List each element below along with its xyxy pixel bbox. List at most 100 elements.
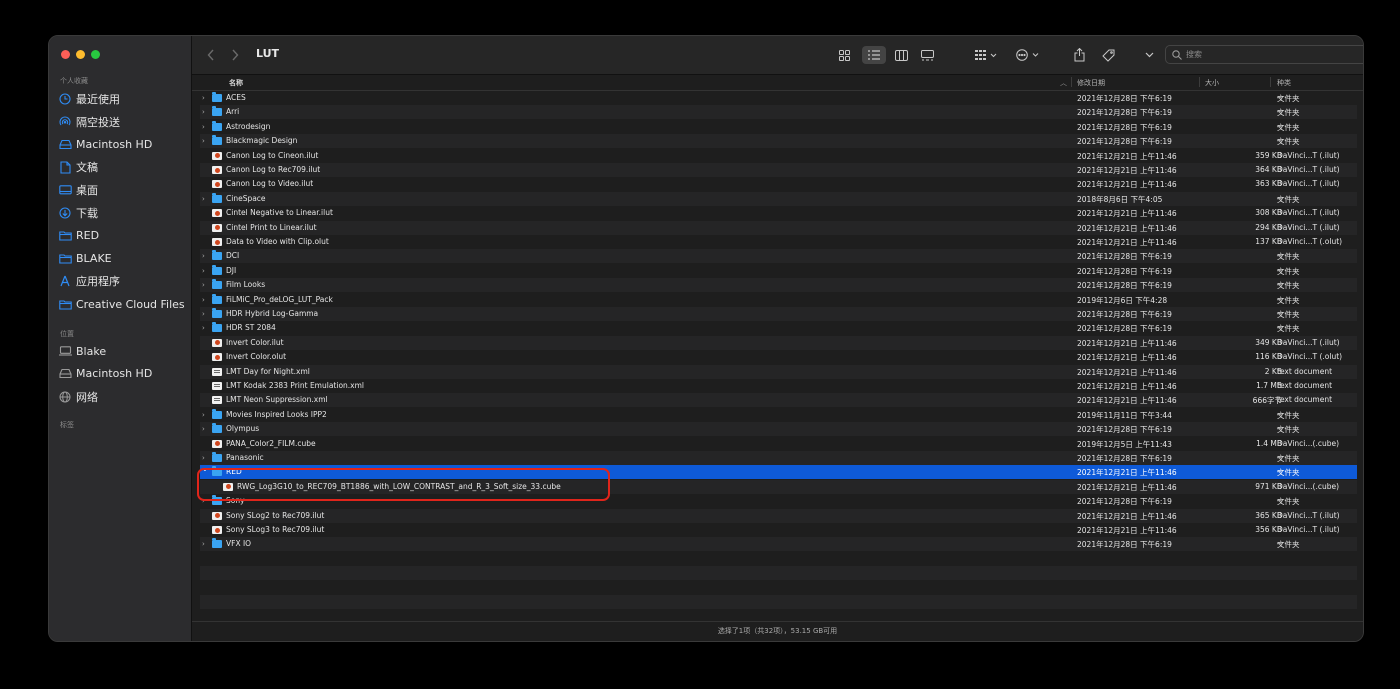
file-row[interactable]: › DJI 2021年12月28日 下午6:19 -- 文件夹 xyxy=(200,264,1357,278)
file-row[interactable]: Cintel Print to Linear.ilut 2021年12月21日 上… xyxy=(200,220,1357,235)
xml-file-icon xyxy=(212,382,222,390)
file-kind: 文件夹 xyxy=(1277,410,1300,420)
file-row[interactable]: › HDR ST 2084 2021年12月28日 下午6:19 -- 文件夹 xyxy=(200,321,1357,335)
file-row[interactable]: LMT Kodak 2383 Print Emulation.xml 2021年1… xyxy=(200,379,1357,393)
file-kind: 文件夹 xyxy=(1277,266,1300,276)
sidebar-item-网络[interactable]: 网络 xyxy=(57,387,98,407)
file-row[interactable]: › Astrodesign 2021年12月28日 下午6:19 -- 文件夹 xyxy=(200,120,1357,134)
file-row[interactable]: RWG_Log3G10_to_REC709_BT1886_with_LOW_CO… xyxy=(200,479,1357,494)
file-row[interactable]: › CineSpace 2018年8月6日 下午4:05 -- 文件夹 xyxy=(200,191,1357,206)
file-row[interactable]: PANA_Color2_FILM.cube 2019年12月5日 上午11:43 1… xyxy=(200,437,1357,451)
file-row[interactable]: Canon Log to Rec709.ilut 2021年12月21日 上午11… xyxy=(200,163,1357,177)
icon-view-icon[interactable] xyxy=(836,46,852,64)
disclosure-collapsed-icon[interactable]: › xyxy=(202,537,205,551)
share-icon[interactable] xyxy=(1072,46,1086,64)
sidebar-item-blake[interactable]: BLAKE xyxy=(57,249,112,269)
file-row[interactable]: Canon Log to Cineon.ilut 2021年12月21日 上午11… xyxy=(200,149,1357,163)
column-view-icon[interactable] xyxy=(892,46,910,64)
disclosure-collapsed-icon[interactable]: › xyxy=(202,293,205,307)
file-name: Arri xyxy=(226,107,240,117)
disclosure-collapsed-icon[interactable]: › xyxy=(202,408,205,422)
file-row[interactable]: › DCI 2021年12月28日 下午6:19 -- 文件夹 xyxy=(200,249,1357,264)
zoom-button[interactable] xyxy=(91,50,100,59)
column-kind[interactable]: 种类 xyxy=(1277,78,1291,88)
search-field[interactable]: 搜索 xyxy=(1165,45,1363,64)
file-row[interactable]: › Blackmagic Design 2021年12月28日 下午6:19 -- 文件… xyxy=(200,134,1357,149)
sidebar-item-label: Blake xyxy=(76,344,107,358)
disclosure-collapsed-icon[interactable]: › xyxy=(202,264,205,278)
column-size[interactable]: 大小 xyxy=(1205,78,1219,88)
folder-icon xyxy=(212,495,222,506)
file-row[interactable]: LMT Day for Night.xml 2021年12月21日 上午11:46… xyxy=(200,364,1357,379)
file-row[interactable]: › FiLMiC_Pro_deLOG_LUT_Pack 2019年12月6日 下午4… xyxy=(200,293,1357,307)
disclosure-collapsed-icon[interactable]: › xyxy=(202,192,205,206)
file-row[interactable]: Invert Color.ilut 2021年12月21日 上午11:46 349 … xyxy=(200,335,1357,350)
favorites-heading: 个人收藏 xyxy=(60,77,88,85)
column-date[interactable]: 修改日期 xyxy=(1077,78,1105,88)
forward-icon[interactable] xyxy=(228,46,242,64)
list-view-icon[interactable] xyxy=(862,46,886,64)
sidebar-item-文稿[interactable]: 文稿 xyxy=(57,157,98,177)
file-row[interactable]: › ACES 2021年12月28日 下午6:19 -- 文件夹 xyxy=(200,91,1357,105)
sidebar-item-blake[interactable]: Blake xyxy=(57,341,106,361)
close-button[interactable] xyxy=(61,50,70,59)
disclosure-collapsed-icon[interactable]: › xyxy=(202,134,205,148)
file-row[interactable]: Cintel Negative to Linear.ilut 2021年12月21… xyxy=(200,206,1357,220)
gallery-view-icon[interactable] xyxy=(918,46,936,64)
file-row[interactable]: Sony SLog3 to Rec709.ilut 2021年12月21日 上午1… xyxy=(200,523,1357,537)
sidebar-item-macintosh-hd[interactable]: Macintosh HD xyxy=(57,135,152,155)
more-icon[interactable] xyxy=(1142,46,1156,64)
sidebar-item-下载[interactable]: 下载 xyxy=(57,203,98,223)
file-date: 2021年12月28日 下午6:19 xyxy=(1077,94,1172,103)
file-row[interactable]: › Arri 2021年12月28日 下午6:19 -- 文件夹 xyxy=(200,105,1357,120)
folder-icon xyxy=(212,293,222,304)
file-row[interactable]: Canon Log to Video.ilut 2021年12月21日 上午11:… xyxy=(200,177,1357,191)
action-icon[interactable] xyxy=(1014,46,1042,64)
file-name: Data to Video with Clip.olut xyxy=(226,237,329,246)
desktop-icon xyxy=(57,184,73,196)
tag-icon[interactable] xyxy=(1100,46,1116,64)
file-row[interactable]: › Sony 2021年12月28日 下午6:19 -- 文件夹 xyxy=(200,494,1357,508)
folder-icon xyxy=(57,253,73,264)
disclosure-collapsed-icon[interactable]: › xyxy=(202,307,205,321)
sidebar-item-macintosh-hd[interactable]: Macintosh HD xyxy=(57,364,152,384)
file-row[interactable]: › Panasonic 2021年12月28日 下午6:19 -- 文件夹 xyxy=(200,451,1357,465)
file-row[interactable]: LMT Neon Suppression.xml 2021年12月21日 上午11… xyxy=(200,393,1357,408)
disclosure-collapsed-icon[interactable]: › xyxy=(202,278,205,292)
file-name: HDR ST 2084 xyxy=(226,323,276,333)
minimize-button[interactable] xyxy=(76,50,85,59)
file-row[interactable]: Data to Video with Clip.olut 2021年12月21日 … xyxy=(200,235,1357,249)
disclosure-collapsed-icon[interactable]: › xyxy=(202,494,205,508)
disclosure-collapsed-icon[interactable]: › xyxy=(202,120,205,134)
sidebar-item-最近使用[interactable]: 最近使用 xyxy=(57,89,120,109)
file-row[interactable]: Invert Color.olut 2021年12月21日 上午11:46 116 … xyxy=(200,350,1357,364)
sidebar-item-red[interactable]: RED xyxy=(57,226,99,246)
file-row[interactable]: › VFX IO 2021年12月28日 下午6:19 -- 文件夹 xyxy=(200,537,1357,552)
file-kind: text document xyxy=(1277,381,1333,390)
file-kind: 文件夹 xyxy=(1277,122,1300,132)
file-row[interactable]: › HDR Hybrid Log-Gamma 2021年12月28日 下午6:19-… xyxy=(200,307,1357,321)
disclosure-collapsed-icon[interactable]: › xyxy=(202,422,205,436)
sidebar-item-桌面[interactable]: 桌面 xyxy=(57,180,98,200)
file-name: RWG_Log3G10_to_REC709_BT1886_with_LOW_CO… xyxy=(237,481,561,491)
file-row[interactable]: › Film Looks 2021年12月28日 下午6:19 -- 文件夹 xyxy=(200,278,1357,293)
sidebar-item-隔空投送[interactable]: 隔空投送 xyxy=(57,112,120,132)
file-row[interactable]: › Olympus 2021年12月28日 下午6:19 -- 文件夹 xyxy=(200,422,1357,437)
sidebar-item-应用程序[interactable]: 应用程序 xyxy=(57,271,120,291)
sidebar-item-creative-cloud-files[interactable]: Creative Cloud Files xyxy=(57,294,185,314)
disclosure-collapsed-icon[interactable]: › xyxy=(202,105,205,119)
file-kind: 文件夹 xyxy=(1277,194,1300,204)
disclosure-expanded-icon[interactable]: ⌄ xyxy=(202,462,208,476)
file-date: 2021年12月28日 下午6:19 xyxy=(1077,497,1172,507)
file-row[interactable]: ⌄ RED 2021年12月21日 上午11:46 -- 文件夹 xyxy=(200,462,1357,480)
file-row[interactable]: › Movies Inspired Looks IPP2 2019年11月11日 下… xyxy=(200,408,1357,422)
disclosure-collapsed-icon[interactable]: › xyxy=(202,321,205,335)
group-icon[interactable] xyxy=(972,46,1000,64)
column-name[interactable]: 名称 xyxy=(229,78,243,88)
finder-window: 个人收藏 最近使用 隔空投送 Macintosh HD 文稿 桌面 下载 RED BLAKE 应… xyxy=(48,35,1364,642)
empty-row xyxy=(200,552,1357,566)
disclosure-collapsed-icon[interactable]: › xyxy=(202,249,205,263)
back-icon[interactable] xyxy=(204,46,218,64)
file-row[interactable]: Sony SLog2 to Rec709.ilut 2021年12月21日 上午1… xyxy=(200,508,1357,523)
disclosure-collapsed-icon[interactable]: › xyxy=(202,91,205,105)
